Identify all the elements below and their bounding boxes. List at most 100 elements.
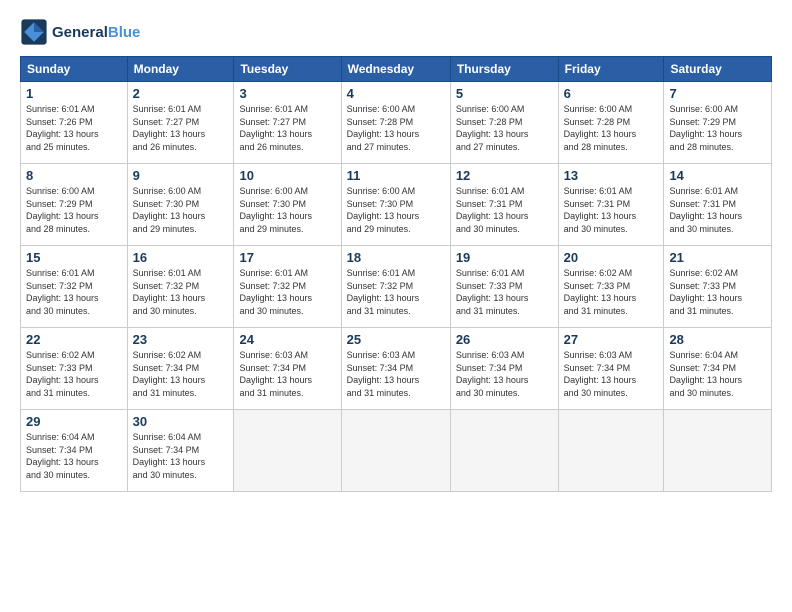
table-row: 25Sunrise: 6:03 AM Sunset: 7:34 PM Dayli… xyxy=(341,328,450,410)
day-number: 7 xyxy=(669,86,766,101)
day-detail: Sunrise: 6:01 AM Sunset: 7:26 PM Dayligh… xyxy=(26,103,122,153)
day-number: 29 xyxy=(26,414,122,429)
table-row: 5 Sunrise: 6:00 AM Sunset: 7:28 PM Daylig… xyxy=(450,82,558,164)
table-row: 20 Sunrise: 6:02 AM Sunset: 7:33 PM Dayli… xyxy=(558,246,664,328)
col-saturday: Saturday xyxy=(664,57,772,82)
day-detail: Sunrise: 6:01 AM Sunset: 7:33 PM Dayligh… xyxy=(456,267,553,317)
table-row: 11Sunrise: 6:00 AM Sunset: 7:30 PM Dayli… xyxy=(341,164,450,246)
day-detail: Sunrise: 6:01 AM Sunset: 7:27 PM Dayligh… xyxy=(239,103,335,153)
calendar-header-row: Sunday Monday Tuesday Wednesday Thursday… xyxy=(21,57,772,82)
day-detail: Sunrise: 6:00 AM Sunset: 7:29 PM Dayligh… xyxy=(669,103,766,153)
day-detail: Sunrise: 6:00 AM Sunset: 7:28 PM Dayligh… xyxy=(564,103,659,153)
day-detail: Sunrise: 6:02 AM Sunset: 7:33 PM Dayligh… xyxy=(564,267,659,317)
day-detail: Sunrise: 6:01 AM Sunset: 7:31 PM Dayligh… xyxy=(456,185,553,235)
day-number: 15 xyxy=(26,250,122,265)
table-row: 15 Sunrise: 6:01 AM Sunset: 7:32 PM Dayli… xyxy=(21,246,128,328)
calendar-week-row: 29 Sunrise: 6:04 AM Sunset: 7:34 PM Dayli… xyxy=(21,410,772,492)
table-row: 2Sunrise: 6:01 AM Sunset: 7:27 PM Daylig… xyxy=(127,82,234,164)
table-row: 22 Sunrise: 6:02 AM Sunset: 7:33 PM Dayli… xyxy=(21,328,128,410)
table-row: 19 Sunrise: 6:01 AM Sunset: 7:33 PM Dayli… xyxy=(450,246,558,328)
table-row: 10Sunrise: 6:00 AM Sunset: 7:30 PM Dayli… xyxy=(234,164,341,246)
table-row xyxy=(450,410,558,492)
table-row xyxy=(664,410,772,492)
table-row: 16 Sunrise: 6:01 AM Sunset: 7:32 PM Dayli… xyxy=(127,246,234,328)
table-row xyxy=(558,410,664,492)
day-number: 23 xyxy=(133,332,229,347)
day-detail: Sunrise: 6:02 AM Sunset: 7:33 PM Dayligh… xyxy=(669,267,766,317)
table-row: 7 Sunrise: 6:00 AM Sunset: 7:29 PM Daylig… xyxy=(664,82,772,164)
col-wednesday: Wednesday xyxy=(341,57,450,82)
day-detail: Sunrise: 6:00 AM Sunset: 7:30 PM Dayligh… xyxy=(133,185,229,235)
day-detail: Sunrise: 6:03 AM Sunset: 7:34 PM Dayligh… xyxy=(456,349,553,399)
day-detail: Sunrise: 6:02 AM Sunset: 7:33 PM Dayligh… xyxy=(26,349,122,399)
day-detail: Sunrise: 6:01 AM Sunset: 7:32 PM Dayligh… xyxy=(347,267,445,317)
day-number: 16 xyxy=(133,250,229,265)
day-number: 30 xyxy=(133,414,229,429)
day-detail: Sunrise: 6:02 AM Sunset: 7:34 PM Dayligh… xyxy=(133,349,229,399)
calendar-table: Sunday Monday Tuesday Wednesday Thursday… xyxy=(20,56,772,492)
col-thursday: Thursday xyxy=(450,57,558,82)
calendar-week-row: 1 Sunrise: 6:01 AM Sunset: 7:26 PM Daylig… xyxy=(21,82,772,164)
day-detail: Sunrise: 6:00 AM Sunset: 7:28 PM Dayligh… xyxy=(347,103,445,153)
calendar-week-row: 8 Sunrise: 6:00 AM Sunset: 7:29 PM Daylig… xyxy=(21,164,772,246)
day-number: 10 xyxy=(239,168,335,183)
table-row: 26 Sunrise: 6:03 AM Sunset: 7:34 PM Dayli… xyxy=(450,328,558,410)
day-detail: Sunrise: 6:01 AM Sunset: 7:27 PM Dayligh… xyxy=(133,103,229,153)
day-detail: Sunrise: 6:01 AM Sunset: 7:32 PM Dayligh… xyxy=(26,267,122,317)
table-row: 12 Sunrise: 6:01 AM Sunset: 7:31 PM Dayli… xyxy=(450,164,558,246)
col-tuesday: Tuesday xyxy=(234,57,341,82)
day-number: 26 xyxy=(456,332,553,347)
day-number: 28 xyxy=(669,332,766,347)
table-row xyxy=(234,410,341,492)
general-blue-icon xyxy=(20,18,48,46)
table-row: 30 Sunrise: 6:04 AM Sunset: 7:34 PM Dayli… xyxy=(127,410,234,492)
day-detail: Sunrise: 6:00 AM Sunset: 7:29 PM Dayligh… xyxy=(26,185,122,235)
day-number: 18 xyxy=(347,250,445,265)
day-number: 9 xyxy=(133,168,229,183)
day-number: 21 xyxy=(669,250,766,265)
day-detail: Sunrise: 6:01 AM Sunset: 7:32 PM Dayligh… xyxy=(239,267,335,317)
logo: GeneralBlue xyxy=(20,18,140,46)
header: GeneralBlue xyxy=(20,18,772,46)
day-detail: Sunrise: 6:01 AM Sunset: 7:31 PM Dayligh… xyxy=(564,185,659,235)
day-number: 8 xyxy=(26,168,122,183)
day-number: 3 xyxy=(239,86,335,101)
col-monday: Monday xyxy=(127,57,234,82)
day-detail: Sunrise: 6:01 AM Sunset: 7:31 PM Dayligh… xyxy=(669,185,766,235)
table-row: 13 Sunrise: 6:01 AM Sunset: 7:31 PM Dayli… xyxy=(558,164,664,246)
day-number: 17 xyxy=(239,250,335,265)
day-detail: Sunrise: 6:04 AM Sunset: 7:34 PM Dayligh… xyxy=(133,431,229,481)
day-number: 1 xyxy=(26,86,122,101)
table-row: 9 Sunrise: 6:00 AM Sunset: 7:30 PM Daylig… xyxy=(127,164,234,246)
table-row: 1 Sunrise: 6:01 AM Sunset: 7:26 PM Daylig… xyxy=(21,82,128,164)
table-row: 18 Sunrise: 6:01 AM Sunset: 7:32 PM Dayli… xyxy=(341,246,450,328)
day-detail: Sunrise: 6:01 AM Sunset: 7:32 PM Dayligh… xyxy=(133,267,229,317)
table-row: 6Sunrise: 6:00 AM Sunset: 7:28 PM Daylig… xyxy=(558,82,664,164)
day-number: 13 xyxy=(564,168,659,183)
day-number: 24 xyxy=(239,332,335,347)
day-detail: Sunrise: 6:00 AM Sunset: 7:28 PM Dayligh… xyxy=(456,103,553,153)
table-row: 29Sunrise: 6:04 AM Sunset: 7:34 PM Dayli… xyxy=(21,410,128,492)
table-row xyxy=(341,410,450,492)
day-number: 11 xyxy=(347,168,445,183)
table-row: 23 Sunrise: 6:02 AM Sunset: 7:34 PM Dayli… xyxy=(127,328,234,410)
table-row: 24 Sunrise: 6:03 AM Sunset: 7:34 PM Dayli… xyxy=(234,328,341,410)
calendar-week-row: 15 Sunrise: 6:01 AM Sunset: 7:32 PM Dayli… xyxy=(21,246,772,328)
day-detail: Sunrise: 6:03 AM Sunset: 7:34 PM Dayligh… xyxy=(347,349,445,399)
day-detail: Sunrise: 6:03 AM Sunset: 7:34 PM Dayligh… xyxy=(564,349,659,399)
table-row: 28Sunrise: 6:04 AM Sunset: 7:34 PM Dayli… xyxy=(664,328,772,410)
table-row: 3 Sunrise: 6:01 AM Sunset: 7:27 PM Daylig… xyxy=(234,82,341,164)
day-number: 20 xyxy=(564,250,659,265)
day-detail: Sunrise: 6:03 AM Sunset: 7:34 PM Dayligh… xyxy=(239,349,335,399)
day-number: 4 xyxy=(347,86,445,101)
table-row: 14 Sunrise: 6:01 AM Sunset: 7:31 PM Dayli… xyxy=(664,164,772,246)
day-number: 19 xyxy=(456,250,553,265)
day-number: 5 xyxy=(456,86,553,101)
table-row: 27Sunrise: 6:03 AM Sunset: 7:34 PM Dayli… xyxy=(558,328,664,410)
day-number: 22 xyxy=(26,332,122,347)
table-row: 21 Sunrise: 6:02 AM Sunset: 7:33 PM Dayli… xyxy=(664,246,772,328)
day-number: 14 xyxy=(669,168,766,183)
page: GeneralBlue Sunday Monday Tuesday Wednes… xyxy=(0,0,792,612)
table-row: 8 Sunrise: 6:00 AM Sunset: 7:29 PM Daylig… xyxy=(21,164,128,246)
day-number: 12 xyxy=(456,168,553,183)
